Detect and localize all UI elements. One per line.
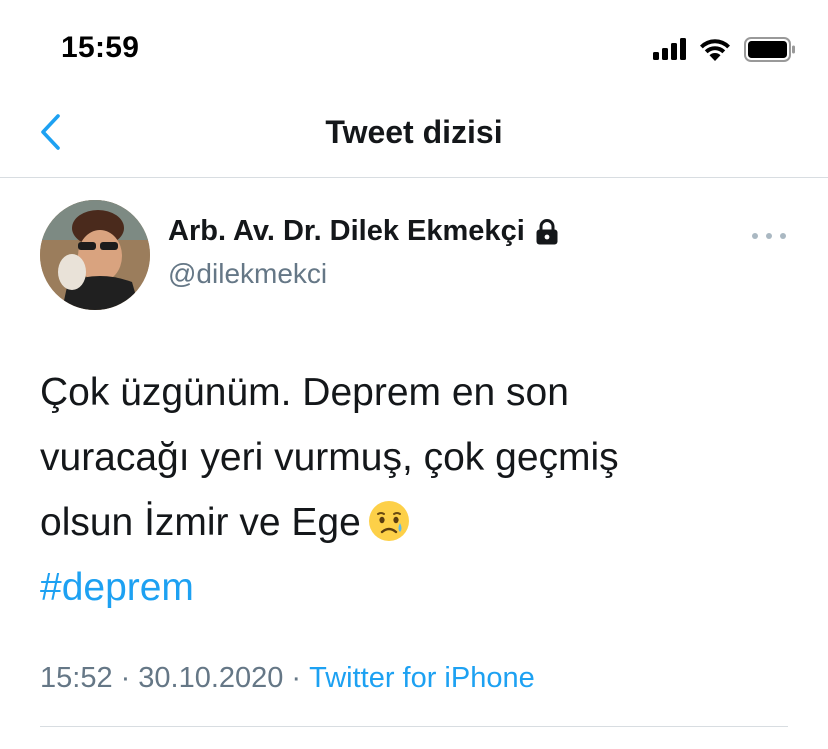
status-time: 15:59 [61, 31, 140, 64]
navigation-bar: Tweet dizisi [0, 90, 828, 178]
status-bar: 15:59 [0, 0, 828, 90]
tweet-author[interactable]: Arb. Av. Dr. Dilek Ekmekçi @dilekmekci [168, 215, 559, 290]
cellular-signal-icon [653, 38, 686, 60]
author-handle[interactable]: @dilekmekci [168, 258, 559, 290]
status-icons [653, 36, 796, 62]
page-title: Tweet dizisi [325, 114, 503, 150]
tweet-text-line: olsun İzmir ve Ege [40, 490, 800, 555]
lock-icon [536, 218, 558, 244]
hashtag-link[interactable]: #deprem [40, 555, 800, 620]
tweet-text: Çok üzgünüm. Deprem en son vuracağı yeri… [40, 360, 800, 620]
separator-dot: · [120, 662, 131, 694]
tweet-text-line: Çok üzgünüm. Deprem en son [40, 371, 569, 414]
tweet-time: 15:52 [40, 662, 113, 694]
tweet-date: 30.10.2020 [138, 662, 284, 694]
more-options-button[interactable] [752, 228, 786, 244]
battery-icon [744, 36, 795, 62]
crying-face-emoji [368, 501, 409, 541]
tweet-source-link[interactable]: Twitter for iPhone [309, 662, 535, 694]
author-name-row: Arb. Av. Dr. Dilek Ekmekçi [168, 215, 559, 248]
avatar[interactable] [40, 200, 150, 310]
divider [40, 726, 788, 727]
author-name[interactable]: Arb. Av. Dr. Dilek Ekmekçi [168, 215, 525, 248]
tweet-text-line: vuracağı yeri vurmuş, çok geçmiş [40, 436, 619, 479]
avatar-image [40, 200, 150, 310]
tweet-text-line-content: olsun İzmir ve Ege [40, 501, 361, 544]
separator-dot: · [291, 662, 302, 694]
wifi-icon [700, 39, 730, 61]
more-options-icon [752, 233, 758, 239]
tweet-metadata: 15:52 · 30.10.2020 · Twitter for iPhone [40, 662, 535, 695]
